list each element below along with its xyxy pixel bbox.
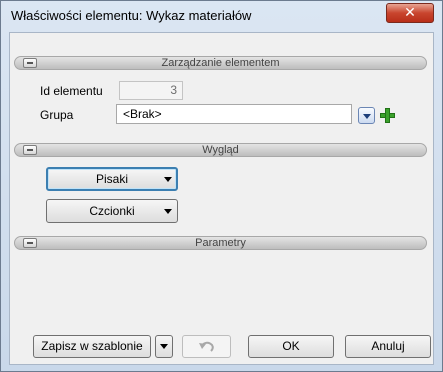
- chevron-down-icon: [164, 177, 172, 182]
- save-template-button[interactable]: Zapisz w szablonie: [33, 335, 151, 358]
- chevron-down-icon: [164, 209, 172, 214]
- save-template-dropdown-button[interactable]: [155, 335, 173, 358]
- ok-button[interactable]: OK: [248, 335, 334, 358]
- group-field[interactable]: <Brak>: [116, 104, 352, 124]
- id-field: 3: [119, 81, 183, 100]
- section-title-parameters: Parametry: [195, 237, 246, 249]
- chevron-down-icon: [160, 344, 168, 349]
- section-title-appearance: Wygląd: [202, 144, 239, 156]
- ok-button-label: OK: [282, 339, 300, 353]
- undo-button[interactable]: [182, 335, 231, 358]
- fonts-button[interactable]: Czcionki: [46, 199, 178, 223]
- fonts-button-label: Czcionki: [89, 204, 135, 218]
- cancel-button[interactable]: Anuluj: [345, 335, 431, 358]
- cancel-button-label: Anuluj: [371, 339, 405, 353]
- id-label: Id elementu: [40, 84, 103, 98]
- group-label: Grupa: [40, 108, 74, 122]
- section-header-management[interactable]: Zarządzanie elementem: [14, 56, 427, 70]
- section-header-parameters[interactable]: Parametry: [14, 236, 427, 250]
- section-title-management: Zarządzanie elementem: [161, 57, 280, 69]
- close-icon: ✕: [404, 5, 416, 21]
- pens-button-label: Pisaki: [95, 172, 128, 186]
- pens-button[interactable]: Pisaki: [46, 167, 178, 191]
- save-template-label: Zapisz w szablonie: [41, 339, 143, 353]
- undo-icon: [199, 341, 214, 352]
- window-title: Właściwości elementu: Wykaz materiałów: [11, 8, 252, 23]
- plus-vertical: [385, 108, 390, 123]
- add-group-icon[interactable]: [379, 107, 396, 124]
- section-header-appearance[interactable]: Wygląd: [14, 143, 427, 157]
- close-button[interactable]: ✕: [386, 3, 434, 23]
- title-bar[interactable]: Właściwości elementu: Wykaz materiałów ✕: [1, 1, 442, 31]
- group-dropdown-icon[interactable]: [358, 107, 375, 124]
